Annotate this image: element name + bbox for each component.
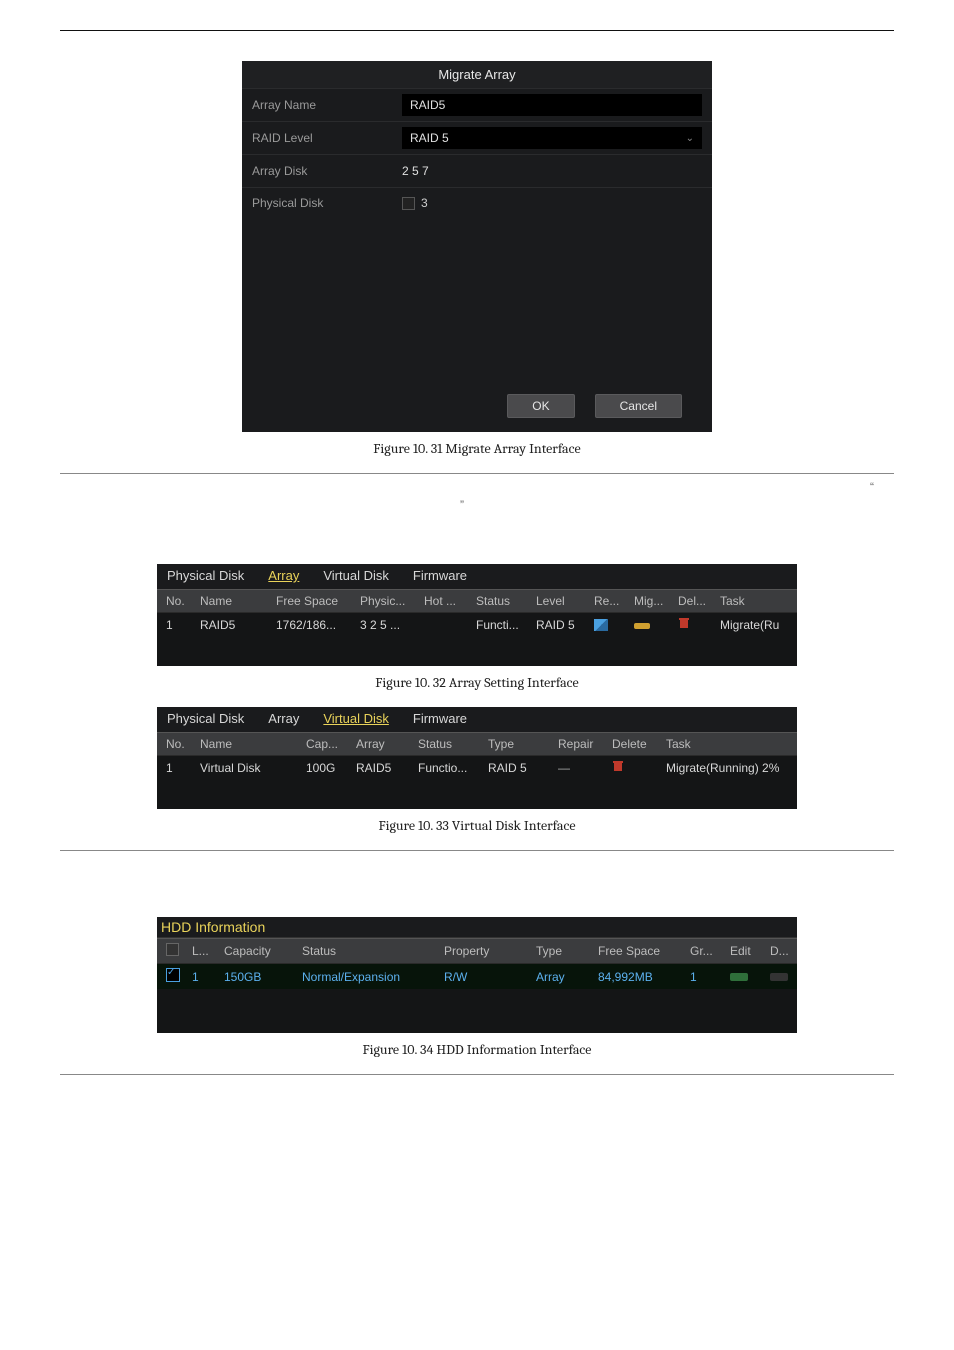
physical-disk-checkbox-3[interactable]: 3: [402, 196, 428, 210]
edit-icon[interactable]: [730, 973, 748, 981]
tab-firmware[interactable]: Firmware: [413, 711, 467, 726]
row-checkbox[interactable]: [166, 968, 180, 982]
migrate-icon[interactable]: [634, 623, 650, 629]
migrate-array-dialog: Migrate Array Array Name RAID5 RAID Leve…: [242, 61, 712, 432]
figure-caption: Figure 10. 34 HDD Information Interface: [60, 1041, 894, 1058]
hdd-table-header: L... Capacity Status Property Type Free …: [157, 938, 797, 964]
array-setting-panel: Physical Disk Array Virtual Disk Firmwar…: [157, 564, 797, 666]
select-all-checkbox[interactable]: [166, 943, 179, 956]
cancel-button[interactable]: Cancel: [595, 394, 682, 418]
tab-virtual-disk[interactable]: Virtual Disk: [323, 711, 389, 726]
figure-caption: Figure 10. 32 Array Setting Interface: [60, 674, 894, 691]
delete-icon[interactable]: [678, 617, 690, 629]
virtual-disk-panel: Physical Disk Array Virtual Disk Firmwar…: [157, 707, 797, 809]
delete-icon[interactable]: [612, 760, 624, 772]
repair-disabled: —: [555, 761, 609, 775]
array-disk-value: 2 5 7: [402, 160, 702, 182]
tab-physical-disk[interactable]: Physical Disk: [167, 568, 244, 583]
delete-disabled-icon: [770, 973, 788, 981]
array-table-row[interactable]: 1 RAID5 1762/186... 3 2 5 ... Functi... …: [157, 613, 797, 636]
array-name-label: Array Name: [252, 98, 402, 112]
hdd-info-panel: HDD Information L... Capacity Status Pro…: [157, 917, 797, 1033]
vdisk-table-row[interactable]: 1 Virtual Disk 100G RAID5 Functio... RAI…: [157, 756, 797, 779]
physical-disk-label: Physical Disk: [252, 196, 402, 376]
checkbox-icon: [402, 197, 415, 210]
figure-caption: Figure 10. 31 Migrate Array Interface: [60, 440, 894, 457]
array-table-header: No. Name Free Space Physic... Hot ... St…: [157, 589, 797, 613]
ok-button[interactable]: OK: [507, 394, 574, 418]
rebuild-icon[interactable]: [594, 619, 608, 631]
raid-level-select[interactable]: RAID 5 ⌄: [402, 127, 702, 149]
tab-virtual-disk[interactable]: Virtual Disk: [323, 568, 389, 583]
array-disk-label: Array Disk: [252, 164, 402, 178]
hdd-info-title: HDD Information: [157, 917, 797, 938]
tab-firmware[interactable]: Firmware: [413, 568, 467, 583]
figure-caption: Figure 10. 33 Virtual Disk Interface: [60, 817, 894, 834]
chevron-down-icon: ⌄: [686, 133, 694, 144]
raid-level-label: RAID Level: [252, 131, 402, 145]
tab-physical-disk[interactable]: Physical Disk: [167, 711, 244, 726]
vdisk-table-header: No. Name Cap... Array Status Type Repair…: [157, 732, 797, 756]
tab-array[interactable]: Array: [268, 568, 299, 583]
hdd-table-row[interactable]: 1 150GB Normal/Expansion R/W Array 84,99…: [157, 964, 797, 989]
array-name-field[interactable]: RAID5: [402, 94, 702, 116]
tab-array[interactable]: Array: [268, 711, 299, 726]
dialog-title: Migrate Array: [242, 61, 712, 88]
